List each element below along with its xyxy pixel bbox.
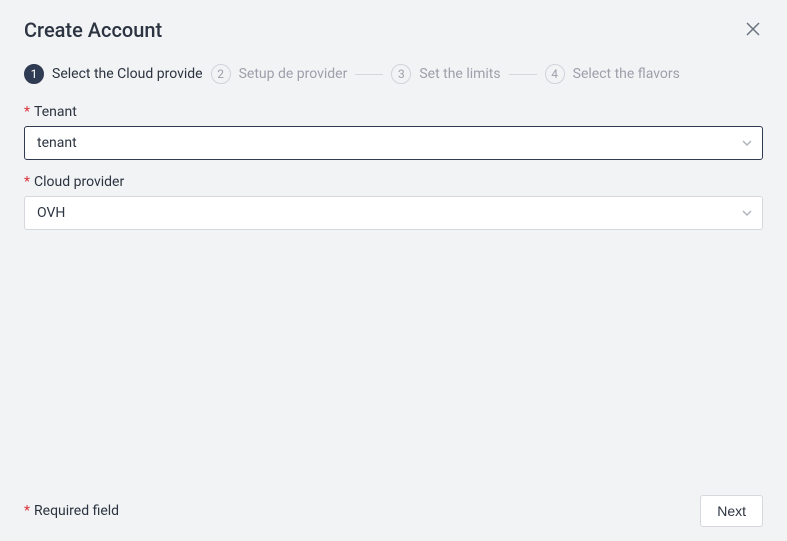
tenant-select[interactable]: tenant xyxy=(24,126,763,160)
step-label: Select the flavors xyxy=(573,66,680,82)
select-value: tenant xyxy=(37,135,77,151)
step-number: 3 xyxy=(391,64,411,84)
dialog-header: Create Account xyxy=(0,0,787,52)
label-text: Tenant xyxy=(34,104,77,120)
field-cloud-provider: *Cloud provider OVH xyxy=(24,174,763,230)
step-connector xyxy=(355,74,383,75)
required-asterisk: * xyxy=(24,174,30,190)
step-1[interactable]: 1 Select the Cloud provide xyxy=(24,64,203,84)
chevron-down-icon xyxy=(742,138,752,148)
step-2[interactable]: 2 Setup de provider xyxy=(211,64,348,84)
dialog-footer: *Required field Next xyxy=(0,485,787,541)
cloud-provider-select[interactable]: OVH xyxy=(24,196,763,230)
step-number: 2 xyxy=(211,64,231,84)
chevron-down-icon xyxy=(742,208,752,218)
close-icon xyxy=(746,21,760,40)
step-3[interactable]: 3 Set the limits xyxy=(391,64,500,84)
close-button[interactable] xyxy=(743,20,763,40)
field-tenant: *Tenant tenant xyxy=(24,104,763,160)
field-label: *Tenant xyxy=(24,104,763,120)
required-note-text: Required field xyxy=(34,503,119,519)
step-label: Select the Cloud provide xyxy=(52,66,203,82)
required-asterisk: * xyxy=(24,104,30,120)
select-value: OVH xyxy=(37,205,65,221)
next-button[interactable]: Next xyxy=(700,495,763,527)
step-label: Set the limits xyxy=(419,66,500,82)
stepper: 1 Select the Cloud provide 2 Setup de pr… xyxy=(0,52,787,104)
step-connector xyxy=(509,74,537,75)
step-number: 1 xyxy=(24,64,44,84)
step-number: 4 xyxy=(545,64,565,84)
form: *Tenant tenant *Cloud provider OVH xyxy=(0,104,787,230)
field-label: *Cloud provider xyxy=(24,174,763,190)
step-label: Setup de provider xyxy=(239,66,348,82)
required-asterisk: * xyxy=(24,503,30,519)
dialog-title: Create Account xyxy=(24,18,162,42)
step-4[interactable]: 4 Select the flavors xyxy=(545,64,680,84)
required-note: *Required field xyxy=(24,503,119,519)
label-text: Cloud provider xyxy=(34,174,124,190)
